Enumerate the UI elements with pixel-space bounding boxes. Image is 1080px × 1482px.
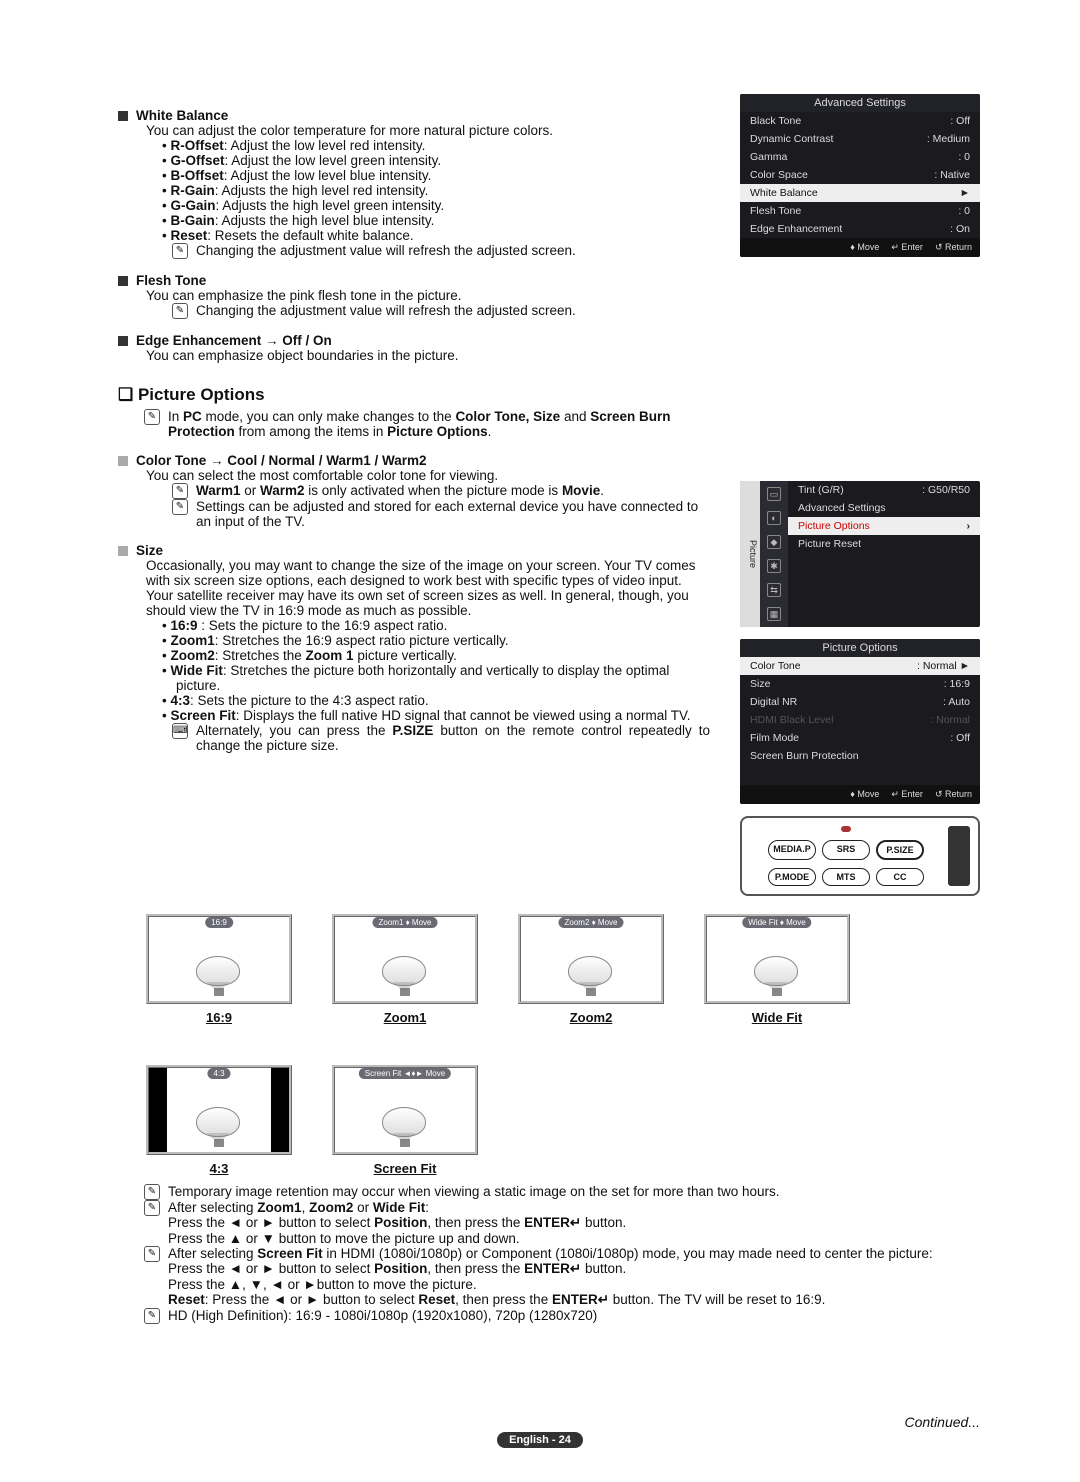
remote-psize-button: P.SIZE xyxy=(876,840,924,860)
note-icon: ✎ xyxy=(172,303,188,319)
picture-options-heading: Picture Options xyxy=(118,385,710,405)
thumb-43: 4:34:3 xyxy=(146,1065,292,1176)
remote-mts-button: MTS xyxy=(822,868,870,886)
size-list: 16:9 : Sets the picture to the 16:9 aspe… xyxy=(146,618,710,723)
wb-note: Changing the adjustment value will refre… xyxy=(196,243,576,259)
note-icon: ✎ xyxy=(144,409,160,425)
osd-picture-menu: Picture ▭◐◆✱⇆▦ Tint (G/R): G50/R50 Advan… xyxy=(740,481,980,627)
thumb-screenfit: Screen Fit ◄♦► MoveScreen Fit xyxy=(332,1065,478,1176)
channel-icon: ◆ xyxy=(767,535,781,549)
note-icon: ✎ xyxy=(172,243,188,259)
app-icon: ▦ xyxy=(767,607,781,621)
tip-icon: ⌨ xyxy=(172,723,188,739)
input-icon: ⇆ xyxy=(767,583,781,597)
remote-srs-button: SRS xyxy=(822,840,870,860)
sound-icon: ◐ xyxy=(767,511,781,525)
colortone-title: Color Tone → Cool / Normal / Warm1 / War… xyxy=(136,453,427,468)
remote-pmode-button: P.MODE xyxy=(768,868,816,886)
note-icon: ✎ xyxy=(144,1184,160,1200)
continued-label: Continued... xyxy=(905,1414,981,1430)
note-icon: ✎ xyxy=(172,483,188,499)
osd-advanced-settings: Advanced Settings Black Tone: Off Dynami… xyxy=(740,94,980,257)
thumb-widefit: Wide Fit ♦ MoveWide Fit xyxy=(704,914,850,1025)
remote-mediap-button: MEDIA.P xyxy=(768,840,816,860)
note-icon: ✎ xyxy=(172,499,188,515)
picture-icon: ▭ xyxy=(767,487,781,501)
note-icon: ✎ xyxy=(144,1308,160,1324)
osd-picture-options: Picture Options Color Tone: Normal ► Siz… xyxy=(740,639,980,804)
remote-cc-button: CC xyxy=(876,868,924,886)
size-title: Size xyxy=(136,543,163,558)
remote-illustration: MEDIA.P SRS P.SIZE P.MODE MTS CC xyxy=(740,816,980,896)
wb-title: White Balance xyxy=(136,108,228,123)
page-number: English - 24 xyxy=(497,1432,583,1448)
edge-title: Edge Enhancement → Off / On xyxy=(136,333,332,348)
note-icon: ✎ xyxy=(144,1246,160,1262)
manual-text: White Balance You can adjust the color t… xyxy=(118,94,710,896)
size-thumbnails: 16:916:9 Zoom1 ♦ MoveZoom1 Zoom2 ♦ MoveZoo… xyxy=(146,914,980,1176)
thumb-zoom2: Zoom2 ♦ MoveZoom2 xyxy=(518,914,664,1025)
note-icon: ✎ xyxy=(144,1200,160,1216)
thumb-169: 16:916:9 xyxy=(146,914,292,1025)
wb-list: R-Offset: Adjust the low level red inten… xyxy=(146,138,710,243)
wb-desc: You can adjust the color temperature for… xyxy=(146,123,710,138)
setup-icon: ✱ xyxy=(767,559,781,573)
flesh-title: Flesh Tone xyxy=(136,273,206,288)
thumb-zoom1: Zoom1 ♦ MoveZoom1 xyxy=(332,914,478,1025)
